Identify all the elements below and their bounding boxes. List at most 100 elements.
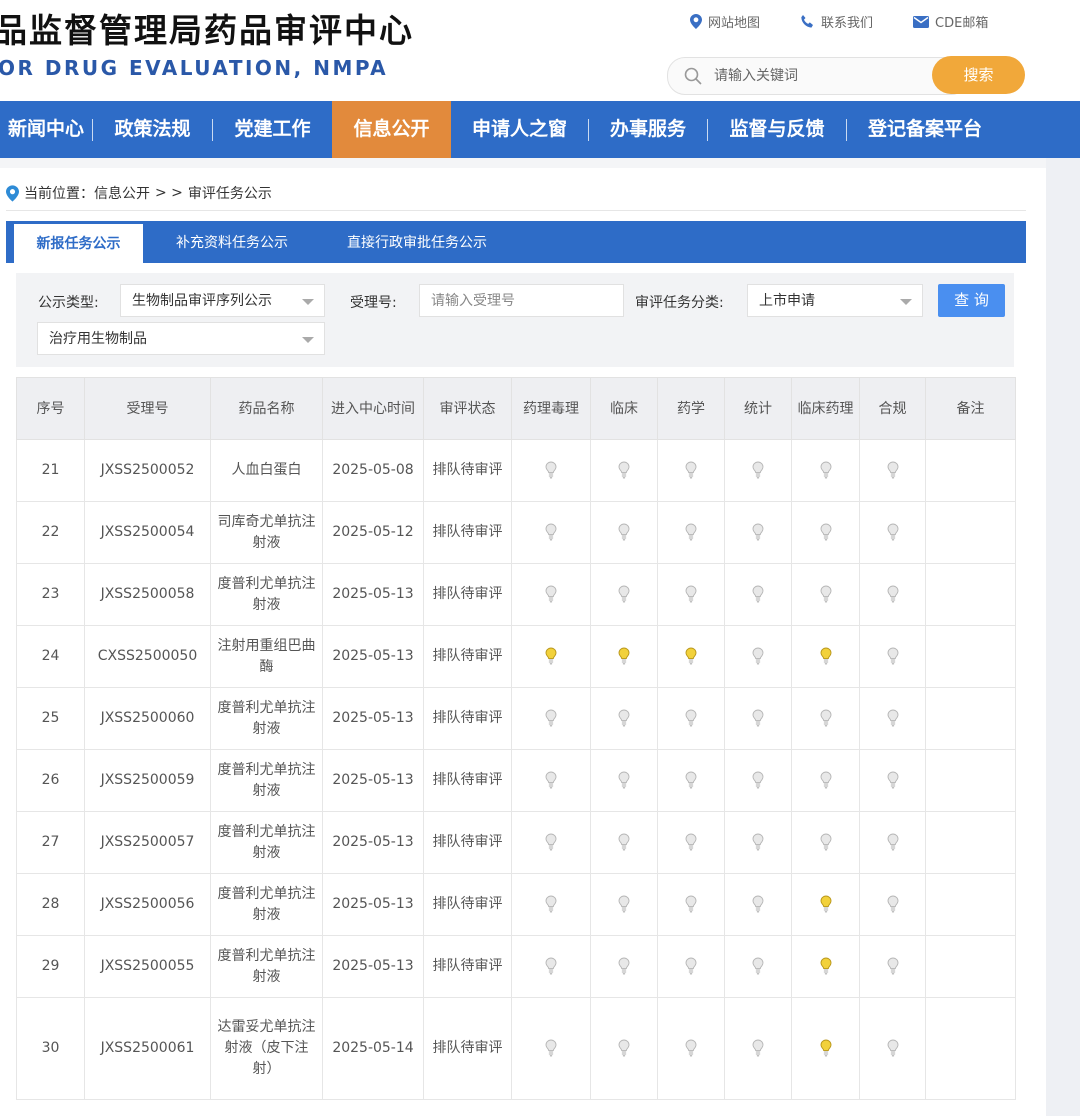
cell-pharmtox: [511, 811, 591, 874]
lightbulb-icon: [685, 771, 697, 789]
cell-clinical-pharm: [791, 563, 860, 626]
lightbulb-icon: [820, 585, 831, 603]
cell-no: 30: [16, 997, 85, 1100]
cell-accept-no: JXSS2500057: [84, 811, 211, 874]
cell-pharmacy: [657, 935, 725, 998]
lightbulb-icon: [752, 771, 764, 789]
col-header-clinical: 临床: [590, 377, 658, 440]
cde-mail-link-label: CDE邮箱: [935, 16, 989, 31]
lightbulb-icon: [887, 461, 898, 479]
cell-statistics: [724, 935, 792, 998]
table-body: 21 JXSS2500052 人血白蛋白 2025-05-08 排队待审评 22 JXSS2…: [16, 439, 1016, 1100]
cell-pharmacy: [657, 749, 725, 812]
nav-item-party[interactable]: 党建工作: [213, 101, 332, 158]
lightbulb-icon: [887, 523, 898, 541]
sitemap-link[interactable]: 网站地图: [690, 12, 760, 31]
cell-clinical: [590, 625, 658, 688]
cell-entry-time: 2025-05-14: [322, 997, 424, 1100]
cell-drug-name: 人血白蛋白: [210, 439, 323, 502]
cell-statistics: [724, 501, 792, 564]
query-button[interactable]: 查 询: [938, 284, 1005, 317]
cell-clinical: [590, 873, 658, 936]
cell-pharmtox: [511, 563, 591, 626]
nav-item-registration[interactable]: 登记备案平台: [847, 101, 1003, 158]
cell-pharmacy: [657, 501, 725, 564]
nav-item-applicant[interactable]: 申请人之窗: [451, 101, 588, 158]
cde-mail-link[interactable]: CDE邮箱: [913, 12, 988, 31]
lightbulb-icon: [618, 585, 630, 603]
contact-link-label: 联系我们: [821, 16, 874, 31]
type-label: 公示类型:: [38, 295, 99, 311]
cell-pharmtox: [511, 625, 591, 688]
cell-status: 排队待审评: [423, 935, 512, 998]
lightbulb-icon: [752, 895, 764, 913]
lightbulb-icon: [752, 585, 764, 603]
cell-no: 28: [16, 873, 85, 936]
type-select-value: 生物制品审评序列公示: [132, 293, 272, 309]
cell-status: 排队待审评: [423, 873, 512, 936]
cell-clinical: [590, 501, 658, 564]
cell-drug-name: 达雷妥尤单抗注射液（皮下注射）: [210, 997, 323, 1100]
cell-pharmacy: [657, 563, 725, 626]
table-header-row: 序号 受理号 药品名称 进入中心时间 审评状态 药理毒理 临床 药学 统计 临床…: [16, 377, 1016, 440]
cell-clinical-pharm: [791, 997, 860, 1100]
search-input[interactable]: [712, 58, 926, 94]
table-row: 27 JXSS2500057 度普利尤单抗注射液 2025-05-13 排队待审评: [16, 811, 1016, 874]
category-select[interactable]: 上市申请: [747, 284, 923, 317]
subtype-select[interactable]: 治疗用生物制品: [37, 322, 325, 355]
lightbulb-icon: [618, 709, 630, 727]
cell-pharmacy: [657, 625, 725, 688]
accept-no-label: 受理号:: [350, 295, 397, 311]
site-title-en: OR DRUG EVALUATION, NMPA: [0, 56, 389, 80]
col-header-status: 审评状态: [423, 377, 512, 440]
search-box: [667, 57, 969, 95]
lightbulb-icon: [752, 1039, 764, 1057]
col-header-no: 序号: [16, 377, 85, 440]
lightbulb-icon: [618, 461, 630, 479]
cell-remark: [925, 997, 1016, 1100]
lightbulb-icon: [820, 461, 831, 479]
accept-no-input[interactable]: [419, 284, 624, 317]
tab-new-tasks[interactable]: 新报任务公示: [14, 224, 143, 263]
cell-no: 22: [16, 501, 85, 564]
nav-item-policy[interactable]: 政策法规: [93, 101, 212, 158]
nav-item-services[interactable]: 办事服务: [589, 101, 707, 158]
site-title-cn[interactable]: 品监督管理局药品审评中心: [0, 4, 414, 52]
nav-item-info[interactable]: 信息公开: [332, 101, 451, 158]
lightbulb-icon: [752, 833, 764, 851]
cell-compliance: [859, 687, 926, 750]
lightbulb-icon: [887, 585, 898, 603]
cell-status: 排队待审评: [423, 811, 512, 874]
lightbulb-icon: [545, 895, 557, 913]
tab-supplement-tasks[interactable]: 补充资料任务公示: [156, 221, 308, 263]
cell-clinical: [590, 811, 658, 874]
lightbulb-icon: [545, 833, 557, 851]
tab-direct-approval-tasks[interactable]: 直接行政审批任务公示: [326, 221, 508, 263]
nav-item-news[interactable]: 新闻中心: [0, 101, 92, 158]
lightbulb-icon: [752, 709, 764, 727]
cell-no: 21: [16, 439, 85, 502]
cell-clinical: [590, 935, 658, 998]
cell-clinical-pharm: [791, 811, 860, 874]
col-header-remark: 备注: [925, 377, 1016, 440]
breadcrumb: 当前位置：信息公开 > > 审评任务公示: [6, 183, 272, 203]
cell-pharmtox: [511, 873, 591, 936]
lightbulb-icon: [887, 833, 898, 851]
contact-link[interactable]: 联系我们: [800, 12, 873, 31]
lightbulb-icon: [685, 647, 697, 665]
cell-clinical-pharm: [791, 873, 860, 936]
cell-compliance: [859, 873, 926, 936]
cell-status: 排队待审评: [423, 625, 512, 688]
cell-compliance: [859, 563, 926, 626]
type-select[interactable]: 生物制品审评序列公示: [120, 284, 325, 317]
cell-drug-name: 度普利尤单抗注射液: [210, 935, 323, 998]
search-button[interactable]: 搜索: [932, 56, 1025, 94]
cell-pharmtox: [511, 935, 591, 998]
chevron-down-icon: [900, 299, 912, 305]
category-select-value: 上市申请: [759, 293, 815, 309]
phone-icon: [801, 15, 814, 28]
nav-item-feedback[interactable]: 监督与反馈: [708, 101, 846, 158]
cell-pharmacy: [657, 439, 725, 502]
cell-status: 排队待审评: [423, 997, 512, 1100]
table-row: 25 JXSS2500060 度普利尤单抗注射液 2025-05-13 排队待审评: [16, 687, 1016, 750]
